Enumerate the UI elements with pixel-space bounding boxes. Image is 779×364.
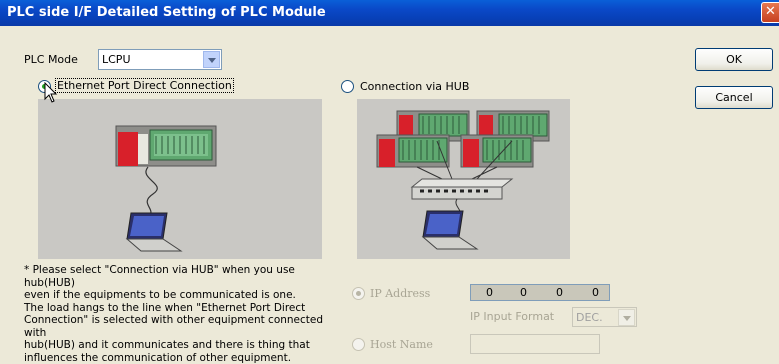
hub-connection-radio[interactable]: [341, 80, 354, 93]
chevron-down-icon[interactable]: [203, 51, 220, 68]
ip-input-format-value: DEC.: [576, 311, 603, 324]
ip-address-input[interactable]: 0 0 0 0: [470, 284, 610, 301]
direct-connection-image: [38, 99, 322, 259]
direct-connection-label[interactable]: Ethernet Port Direct Connection: [55, 78, 234, 93]
ip-address-radio[interactable]: [352, 287, 365, 300]
ip-input-format-select[interactable]: DEC.: [572, 307, 637, 327]
hub-notice-text: * Please select "Connection via HUB" whe…: [24, 264, 324, 364]
direct-connection-diagram: [115, 125, 217, 252]
hub-connection-image: [357, 99, 570, 259]
plc-unit: [115, 125, 217, 167]
close-icon: ✕: [765, 4, 776, 19]
dialog-window: PLC side I/F Detailed Setting of PLC Mod…: [0, 0, 779, 364]
host-name-radio[interactable]: [352, 338, 365, 351]
ok-button[interactable]: OK: [695, 48, 773, 71]
ip-input-format-label: IP Input Format: [470, 310, 555, 323]
laptop: [125, 212, 183, 252]
chevron-down-icon[interactable]: [618, 309, 635, 326]
window-title: PLC side I/F Detailed Setting of PLC Mod…: [7, 5, 326, 20]
mouse-pointer-icon: [44, 82, 58, 103]
plc-mode-label: PLC Mode: [24, 53, 78, 66]
host-name-input[interactable]: [470, 334, 600, 354]
hub-connection-diagram: [376, 110, 550, 250]
plc-mode-select[interactable]: LCPU: [98, 49, 222, 70]
plc-mode-value: LCPU: [102, 53, 131, 66]
title-bar: PLC side I/F Detailed Setting of PLC Mod…: [0, 0, 779, 26]
close-button[interactable]: ✕: [761, 2, 779, 23]
hub-connection-label[interactable]: Connection via HUB: [360, 80, 469, 93]
cancel-button[interactable]: Cancel: [695, 86, 773, 109]
hub: [410, 178, 514, 200]
host-name-label: Host Name: [370, 338, 433, 351]
ip-address-label: IP Address: [370, 287, 431, 300]
